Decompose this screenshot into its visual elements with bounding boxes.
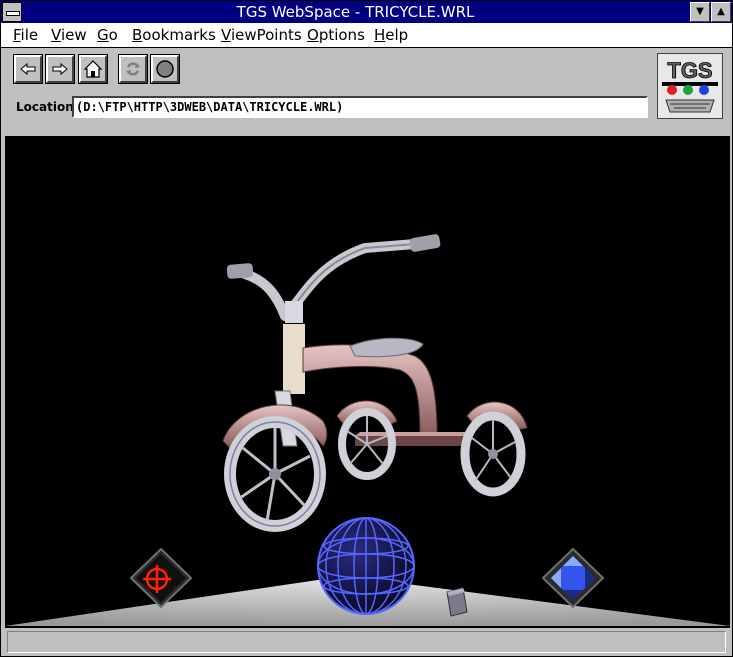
- menu-viewpoints[interactable]: ViewPoints: [221, 26, 302, 44]
- vrml-viewport[interactable]: [5, 136, 730, 628]
- menu-options[interactable]: Options: [307, 26, 365, 44]
- pan-control[interactable]: [541, 547, 605, 609]
- tricycle-model[interactable]: [222, 234, 528, 532]
- home-icon: [83, 60, 103, 78]
- back-button[interactable]: [13, 54, 43, 84]
- window-title: TGS WebSpace - TRICYCLE.WRL: [236, 3, 475, 21]
- status-text: [7, 631, 726, 653]
- zoom-dolly-control[interactable]: [446, 587, 468, 617]
- logo-text: TGS: [667, 58, 712, 83]
- tgs-logo: TGS: [657, 53, 723, 119]
- examine-ball-control[interactable]: [317, 517, 415, 615]
- forward-button[interactable]: [45, 54, 75, 84]
- stop-button[interactable]: [150, 54, 180, 84]
- minimize-button[interactable]: ▼: [690, 2, 710, 22]
- maximize-button[interactable]: ▲: [711, 2, 731, 22]
- forward-arrow-icon: [52, 62, 68, 76]
- toolbar: TGS Location: (D:\FTP\HTTP\3DWEB\DATA\TR…: [1, 48, 732, 136]
- webspace-window: TGS WebSpace - TRICYCLE.WRL ▼ ▲ File Vie…: [0, 0, 733, 657]
- menu-go[interactable]: Go: [97, 26, 118, 44]
- menu-bar: File View Go Bookmarks ViewPoints Option…: [1, 23, 732, 48]
- system-menu-button[interactable]: [2, 2, 22, 22]
- back-arrow-icon: [20, 62, 36, 76]
- tgs-3d-logo-icon: TGS: [658, 54, 722, 118]
- title-bar[interactable]: TGS WebSpace - TRICYCLE.WRL ▼ ▲: [1, 1, 732, 23]
- menu-file[interactable]: File: [13, 26, 38, 44]
- dolly-icon: [446, 587, 468, 617]
- status-bar: [5, 629, 730, 655]
- reload-icon: [126, 62, 140, 76]
- location-input[interactable]: (D:\FTP\HTTP\3DWEB\DATA\TRICYCLE.WRL): [72, 96, 648, 118]
- scene-canvas[interactable]: [5, 136, 730, 628]
- menu-help[interactable]: Help: [374, 26, 408, 44]
- stop-icon: [156, 60, 174, 78]
- menu-view[interactable]: View: [51, 26, 87, 44]
- menu-bookmarks[interactable]: Bookmarks: [132, 26, 216, 44]
- home-button[interactable]: [78, 54, 108, 84]
- reload-button[interactable]: [118, 54, 148, 84]
- seek-target-control[interactable]: [129, 547, 193, 609]
- location-label: Location:: [16, 100, 79, 114]
